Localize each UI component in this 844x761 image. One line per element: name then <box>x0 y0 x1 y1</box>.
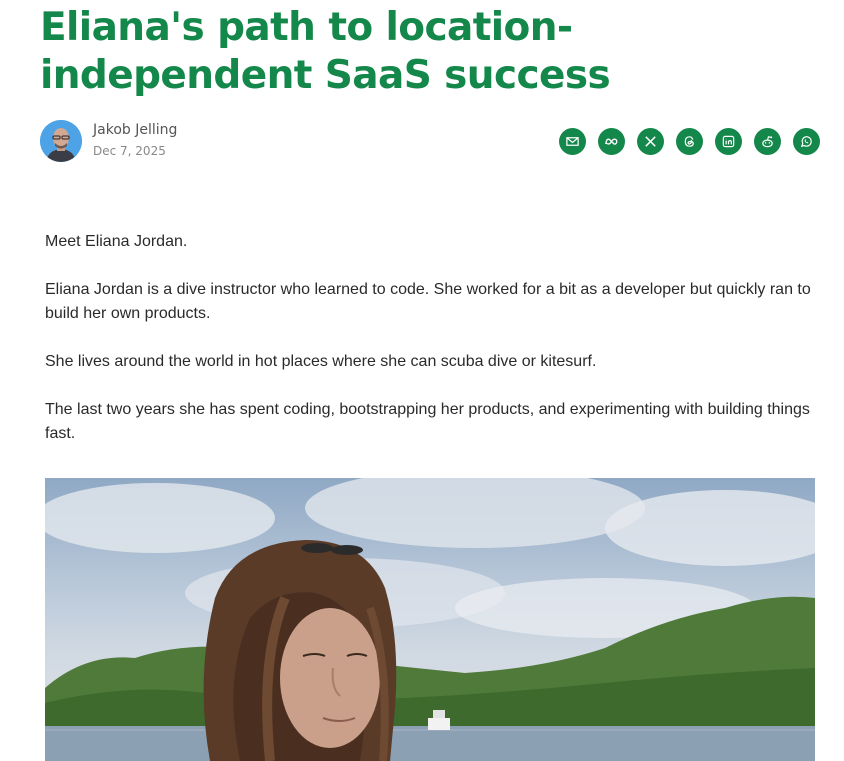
meta-icon[interactable] <box>598 128 625 155</box>
paragraph: Meet Eliana Jordan. <box>45 233 188 250</box>
paragraph: The last two years she has spent coding,… <box>45 401 810 442</box>
share-bar <box>559 128 820 155</box>
post-title: Eliana's path to location-independent Sa… <box>40 5 611 98</box>
blog-post-page: Eliana's path to location-independent Sa… <box>0 0 844 761</box>
author-name[interactable]: Jakob Jelling <box>93 122 177 138</box>
email-icon[interactable] <box>559 128 586 155</box>
linkedin-icon[interactable] <box>715 128 742 155</box>
article-body: Meet Eliana Jordan. Eliana Jordan is a d… <box>45 230 820 470</box>
author-row: Jakob Jelling Dec 7, 2025 <box>40 120 820 162</box>
reddit-icon[interactable] <box>754 128 781 155</box>
hero-photo <box>45 478 815 761</box>
paragraph: She lives around the world in hot places… <box>45 353 597 370</box>
paragraph: Eliana Jordan is a dive instructor who l… <box>45 281 811 322</box>
x-icon[interactable] <box>637 128 664 155</box>
threads-icon[interactable] <box>676 128 703 155</box>
author-avatar[interactable] <box>40 120 82 162</box>
post-date: Dec 7, 2025 <box>93 144 166 158</box>
whatsapp-icon[interactable] <box>793 128 820 155</box>
